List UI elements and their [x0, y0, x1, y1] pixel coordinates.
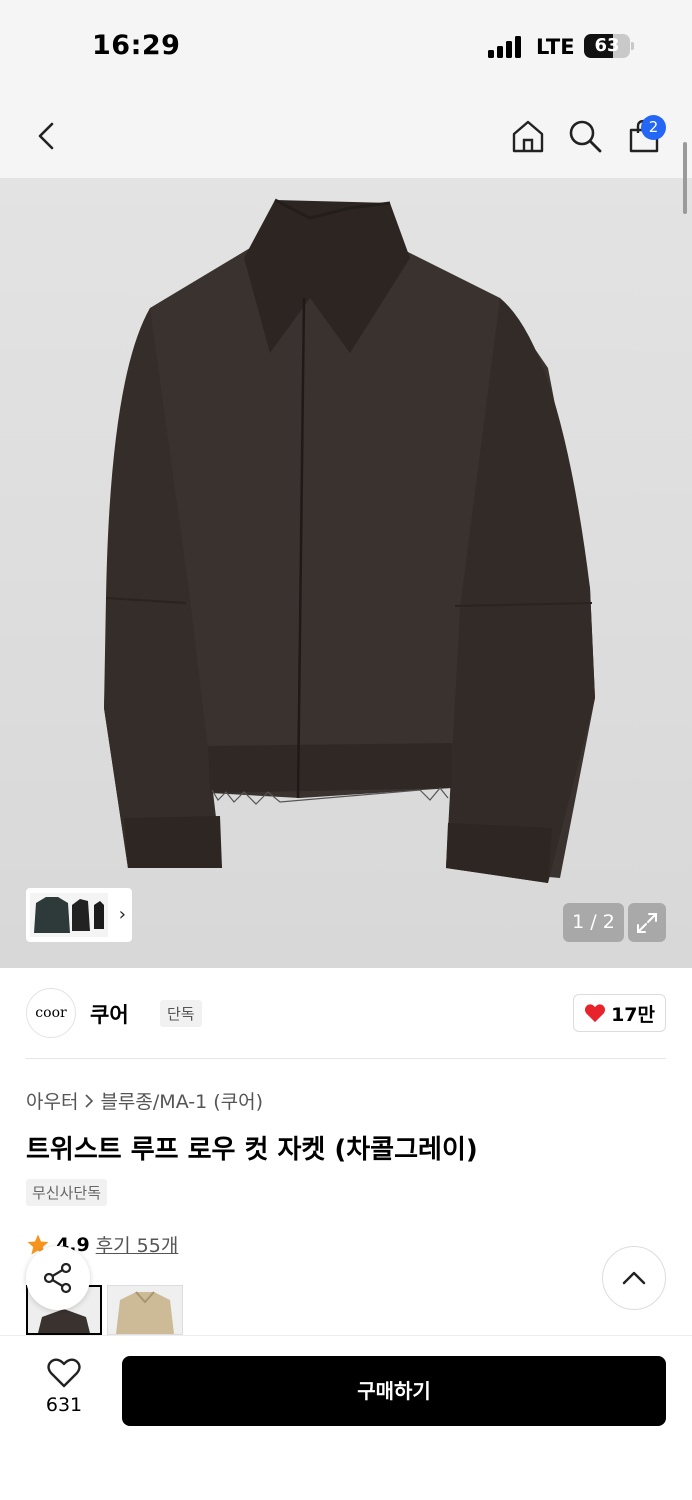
expand-icon	[637, 912, 657, 933]
chevron-right-icon	[85, 1093, 94, 1108]
color-option-beige[interactable]	[107, 1285, 183, 1335]
chevron-right-icon: ›	[118, 904, 126, 925]
beige-jacket-image	[108, 1286, 182, 1334]
chevron-left-icon	[38, 122, 54, 150]
product-image-gallery[interactable]: › 1 / 2	[0, 178, 692, 968]
product-title: 트위스트 루프 로우 컷 자켓 (차콜그레이)	[26, 1135, 478, 1165]
search-button[interactable]	[563, 114, 607, 158]
status-time: 16:29	[92, 30, 181, 61]
chevron-up-icon	[622, 1271, 646, 1285]
share-icon	[43, 1262, 72, 1294]
review-link[interactable]: 후기 55개	[96, 1231, 179, 1258]
cart-count-badge: 2	[641, 115, 666, 140]
expand-image-button[interactable]	[628, 903, 666, 942]
heart-filled-icon	[585, 1004, 606, 1023]
brand-like-count: 17만	[611, 1003, 655, 1026]
battery-icon: 63	[584, 34, 630, 58]
nav-bar	[0, 96, 692, 178]
brand-logo[interactable]: coor	[26, 988, 76, 1038]
home-button[interactable]	[506, 114, 550, 158]
brand-row: coor 쿠어 단독 17만	[26, 986, 666, 1040]
scrollbar[interactable]	[683, 142, 687, 214]
brand-name[interactable]: 쿠어	[90, 999, 129, 1029]
battery-level: 63	[594, 35, 620, 56]
search-icon	[569, 120, 602, 153]
scroll-to-top-button[interactable]	[602, 1246, 666, 1310]
home-icon	[512, 120, 544, 153]
signal-icon	[488, 36, 524, 58]
wishlist-count: 631	[45, 1394, 83, 1416]
battery-cap	[631, 42, 634, 50]
breadcrumb: 아우터 블루종/MA-1 (쿠어)	[26, 1087, 263, 1114]
heart-outline-icon	[47, 1358, 81, 1388]
brand-like-button[interactable]: 17만	[573, 994, 666, 1032]
network-label: LTE	[536, 35, 575, 59]
divider	[26, 1058, 666, 1059]
status-bar: 16:29 LTE 63	[0, 0, 692, 96]
back-button[interactable]	[24, 114, 68, 158]
exclusive-badge: 무신사단독	[26, 1179, 108, 1206]
breadcrumb-category[interactable]: 아우터	[26, 1087, 78, 1114]
share-button[interactable]	[26, 1246, 90, 1310]
image-counter: 1 / 2	[563, 903, 624, 942]
bottom-action-bar: 631 구매하기	[0, 1335, 692, 1500]
thumbnail-jacket-image	[30, 893, 108, 937]
buy-button[interactable]: 구매하기	[122, 1356, 666, 1426]
wishlist-button[interactable]: 631	[34, 1358, 94, 1416]
product-jacket-image	[104, 198, 595, 883]
image-thumbnail-strip[interactable]: ›	[26, 888, 132, 942]
brand-exclusive-tag: 단독	[160, 1000, 202, 1027]
breadcrumb-subcategory[interactable]: 블루종/MA-1 (쿠어)	[100, 1087, 263, 1114]
